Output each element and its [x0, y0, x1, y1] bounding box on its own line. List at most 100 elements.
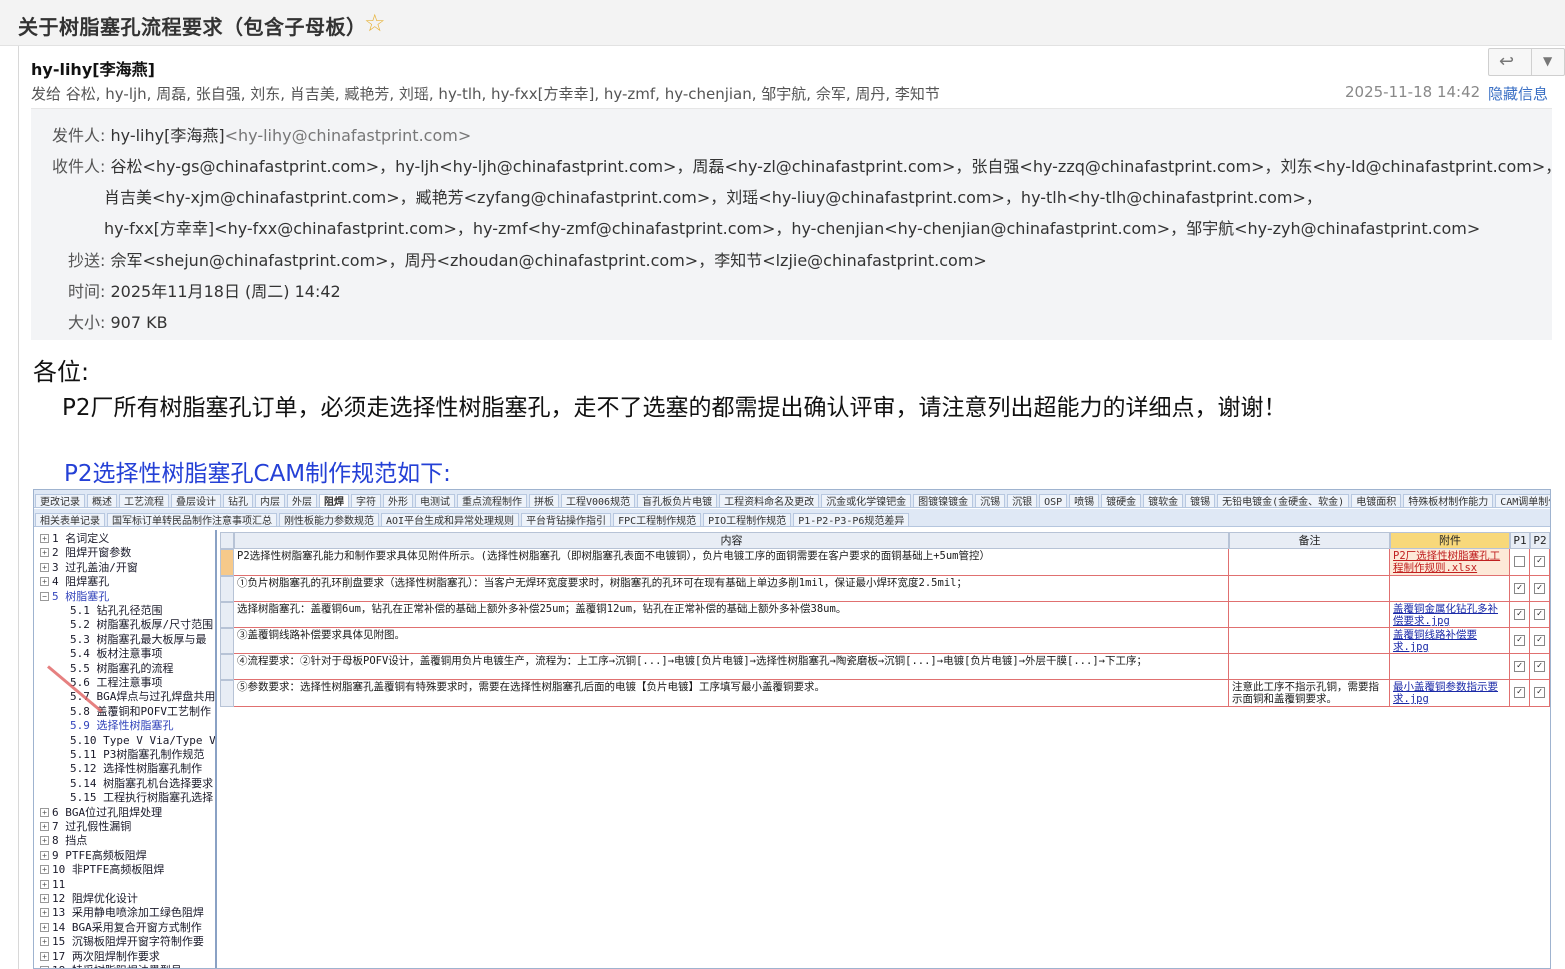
expand-icon[interactable]: + — [40, 894, 49, 903]
table-cell-attachment[interactable]: 盖覆铜金属化钻孔多补偿要求.jpg — [1390, 602, 1510, 628]
tree-node[interactable]: +2 阻焊开窗参数 — [40, 546, 131, 560]
tab-tabs_row1-2[interactable]: 工艺流程 — [119, 494, 169, 507]
p2-checkbox[interactable]: ✓ — [1534, 661, 1545, 672]
expand-icon[interactable]: + — [40, 562, 49, 572]
from-name[interactable]: hy-lihy[李海燕] — [111, 126, 225, 145]
expand-icon[interactable]: + — [40, 836, 49, 846]
tab-tabs_row1-18[interactable]: 沉锡 — [975, 494, 1006, 507]
tab-tabs_row1-0[interactable]: 更改记录 — [35, 494, 85, 507]
reply-icon[interactable]: ↩ — [1499, 51, 1514, 72]
tab-tabs_row1-27[interactable]: 特殊板材制作能力 — [1403, 494, 1494, 507]
tab-tabs_row2-3[interactable]: AOI平台生成和异常处理规则 — [381, 513, 520, 526]
tree-node[interactable]: 5.4 板材注意事项 — [70, 647, 163, 661]
tree-node[interactable]: +7 过孔假性漏铜 — [40, 820, 131, 834]
star-icon[interactable]: ☆ — [364, 9, 386, 37]
tree-node[interactable]: +4 阻焊塞孔 — [40, 575, 109, 589]
tab-tabs_row1-23[interactable]: 镀软金 — [1143, 494, 1184, 507]
tab-tabs_row1-28[interactable]: CAM调单制作规 — [1495, 494, 1550, 507]
p1-checkbox[interactable]: ✓ — [1514, 635, 1525, 646]
tree-node[interactable]: +3 过孔盖油/开窗 — [40, 561, 138, 575]
tab-tabs_row1-8[interactable]: 字符 — [351, 494, 381, 507]
tree-node[interactable]: +9 PTFE高频板阻焊 — [40, 849, 147, 863]
expand-icon[interactable]: + — [40, 850, 49, 860]
tab-tabs_row1-6[interactable]: 外层 — [287, 494, 317, 507]
expand-icon[interactable]: + — [40, 879, 49, 889]
tab-tabs_row2-2[interactable]: 刚性板能力参数规范 — [279, 513, 379, 526]
chevron-down-icon[interactable]: ▼ — [1543, 54, 1552, 68]
expand-icon[interactable]: + — [40, 822, 49, 831]
tab-tabs_row1-4[interactable]: 钻孔 — [223, 494, 253, 507]
table-cell-attachment[interactable]: 盖覆铜线路补偿要求.jpg — [1390, 628, 1510, 654]
row-marker[interactable] — [220, 549, 234, 576]
tree-node[interactable]: +14 BGA采用复合开窗方式制作 — [40, 921, 202, 935]
tab-tabs_row1-15[interactable]: 工程资料命名及更改 — [719, 494, 820, 507]
p2-checkbox[interactable]: ✓ — [1534, 583, 1545, 594]
expand-icon[interactable]: + — [40, 937, 49, 947]
p2-checkbox[interactable]: ✓ — [1534, 556, 1545, 567]
tree-node[interactable]: 5.9 选择性树脂塞孔 — [70, 719, 174, 733]
expand-icon[interactable]: + — [40, 577, 49, 587]
tree-node[interactable]: +6 BGA位过孔阻焊处理 — [40, 806, 162, 820]
tab-tabs_row2-7[interactable]: P1-P2-P3-P6规范差异 — [793, 513, 910, 526]
table-cell-attachment[interactable]: P2厂选择性树脂塞孔工程制作规则.xlsx — [1390, 549, 1510, 576]
p1-checkbox[interactable]: ✓ — [1514, 583, 1525, 594]
row-marker[interactable] — [220, 628, 234, 654]
tree-node[interactable]: +11 — [40, 878, 65, 892]
expand-icon[interactable]: + — [40, 534, 49, 543]
tree-node[interactable]: 5.5 树脂塞孔的流程 — [70, 662, 174, 676]
tab-tabs_row1-26[interactable]: 电镀面积 — [1351, 494, 1402, 507]
tab-tabs_row2-6[interactable]: PIO工程制作规范 — [703, 513, 792, 526]
tab-tabs_row2-0[interactable]: 相关表单记录 — [35, 513, 105, 526]
expand-icon[interactable]: − — [40, 591, 49, 601]
p1-checkbox[interactable] — [1514, 556, 1525, 567]
tree-node[interactable]: 5.12 选择性树脂塞孔制作 — [70, 762, 202, 776]
tree-node[interactable]: 5.6 工程注意事项 — [70, 676, 163, 690]
tree-node[interactable]: +18 特采树脂阻焊油墨型号 — [40, 964, 182, 968]
p1-checkbox[interactable]: ✓ — [1514, 687, 1525, 698]
tab-tabs_row2-5[interactable]: FPC工程制作规范 — [613, 513, 702, 526]
to-recipients-line-2[interactable]: 肖吉美<hy-xjm@chinafastprint.com>，臧艳芳<zyfan… — [104, 188, 1322, 207]
hide-info-link[interactable]: 隐藏信息 — [1488, 83, 1548, 104]
tree-node[interactable]: +15 沉锡板阻焊开窗字符制作要 — [40, 935, 204, 949]
tab-tabs_row1-21[interactable]: 喷锡 — [1069, 494, 1100, 507]
from-email[interactable]: <hy-lihy@chinafastprint.com> — [225, 126, 472, 145]
row-marker[interactable] — [220, 576, 234, 602]
tab-tabs_row2-1[interactable]: 国军标订单转民品制作注意事项汇总 — [107, 513, 277, 526]
tab-tabs_row1-17[interactable]: 图镀镍镀金 — [913, 494, 974, 507]
tab-tabs_row1-13[interactable]: 工程V006规范 — [561, 494, 636, 507]
tab-tabs_row1-7[interactable]: 阻焊 — [319, 494, 349, 507]
tab-tabs_row1-11[interactable]: 重点流程制作 — [457, 494, 527, 507]
tree-node[interactable]: +12 阻焊优化设计 — [40, 892, 138, 906]
cc-recipients[interactable]: 佘军<shejun@chinafastprint.com>，周丹<zhoudan… — [111, 251, 987, 270]
to-recipients-line-1[interactable]: 谷松<hy-gs@chinafastprint.com>，hy-ljh<hy-l… — [111, 157, 1562, 176]
tree-node[interactable]: 5.11 P3树脂塞孔制作规范 — [70, 748, 204, 762]
tree-node[interactable]: +10 非PTFE高频板阻焊 — [40, 863, 164, 877]
tree-node[interactable]: +1 名词定义 — [40, 532, 109, 546]
sender-name[interactable]: hy-lihy[李海燕] — [31, 56, 155, 80]
tree-node[interactable]: 5.14 树脂塞孔机台选择要求 — [70, 777, 213, 791]
tab-tabs_row2-4[interactable]: 平台背钻操作指引 — [521, 513, 612, 526]
tab-tabs_row1-24[interactable]: 镀锡 — [1185, 494, 1216, 507]
p2-checkbox[interactable]: ✓ — [1534, 609, 1545, 620]
tree-node[interactable]: 5.8 盖覆铜和POFV工艺制作 — [70, 705, 211, 719]
row-marker[interactable] — [220, 654, 234, 680]
tab-tabs_row1-12[interactable]: 拼板 — [529, 494, 559, 507]
tab-tabs_row1-22[interactable]: 镀硬金 — [1101, 494, 1142, 507]
row-marker[interactable] — [220, 602, 234, 628]
p1-checkbox[interactable]: ✓ — [1514, 661, 1525, 672]
expand-icon[interactable]: + — [40, 922, 49, 932]
tree-node[interactable]: +17 两次阻焊制作要求 — [40, 950, 160, 964]
tree-node[interactable]: +8 挡点 — [40, 834, 87, 848]
tree-node[interactable]: 5.2 树脂塞孔板厚/尺寸范围 — [70, 618, 213, 632]
expand-icon[interactable]: + — [40, 865, 49, 875]
tab-tabs_row1-1[interactable]: 概述 — [87, 494, 117, 507]
expand-icon[interactable]: + — [40, 548, 49, 558]
tab-tabs_row1-14[interactable]: 盲孔板负片电镀 — [637, 494, 718, 507]
tree-node[interactable]: 5.15 工程执行树脂塞孔选择 — [70, 791, 213, 805]
tree-node[interactable]: +13 采用静电喷涂加工绿色阻焊 — [40, 906, 204, 920]
tree-node[interactable]: 5.10 Type V Via/Type VI — [70, 734, 215, 748]
row-marker[interactable] — [220, 680, 234, 707]
expand-icon[interactable]: + — [40, 807, 49, 817]
p2-checkbox[interactable]: ✓ — [1534, 635, 1545, 646]
p2-checkbox[interactable]: ✓ — [1534, 687, 1545, 698]
